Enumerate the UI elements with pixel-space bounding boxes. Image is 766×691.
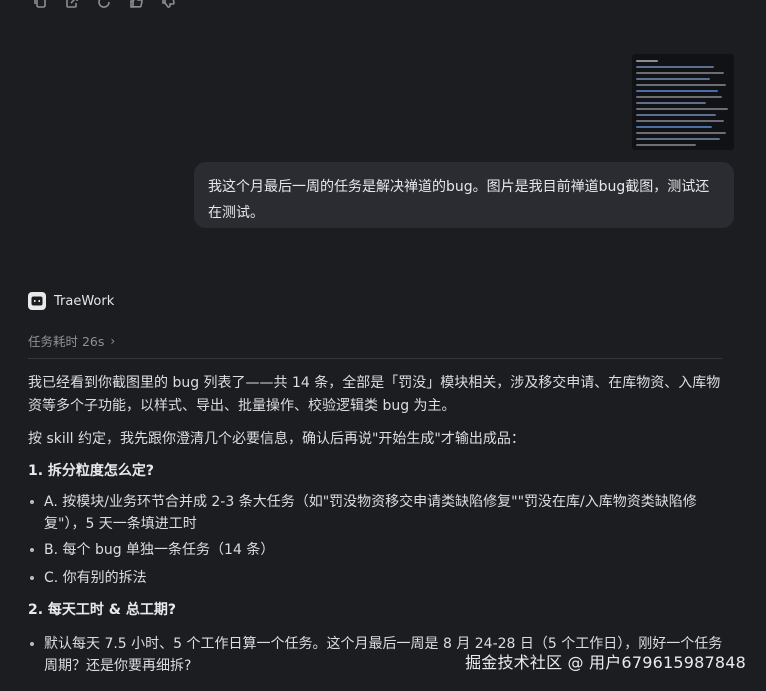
chat-page: 我这个月最后一周的任务是解决禅道的bug。图片是我目前禅道bug截图，测试还在测… bbox=[0, 0, 766, 691]
intro-paragraph: 我已经看到你截图里的 bug 列表了——共 14 条，全部是「罚没」模块相关，涉… bbox=[28, 375, 721, 414]
message-action-bar bbox=[32, 0, 176, 10]
watermark: 掘金技术社区 @ 用户679615987848 bbox=[465, 653, 746, 672]
share-icon[interactable] bbox=[64, 0, 80, 10]
question-1-heading: 1. 拆分粒度怎么定? bbox=[28, 463, 155, 479]
task-duration-toggle[interactable]: 任务耗时 26s › bbox=[28, 331, 115, 350]
list-item: C. 你有别的拆法 bbox=[28, 567, 718, 589]
divider bbox=[28, 358, 722, 359]
regenerate-icon[interactable] bbox=[96, 0, 112, 10]
copy-icon[interactable] bbox=[32, 0, 48, 10]
list-item: B. 每个 bug 单独一条任务（14 条） bbox=[28, 539, 718, 561]
list-item: A. 按模块/业务环节合并成 2-3 条大任务（如"罚没物资移交申请类缺陷修复"… bbox=[28, 491, 718, 535]
attached-screenshot-thumbnail[interactable] bbox=[632, 54, 734, 150]
user-message-text: 我这个月最后一周的任务是解决禅道的bug。图片是我目前禅道bug截图，测试还在测… bbox=[208, 179, 710, 221]
user-message-bubble: 我这个月最后一周的任务是解决禅道的bug。图片是我目前禅道bug截图，测试还在测… bbox=[194, 162, 734, 228]
question-2-heading: 2. 每天工时 & 总工期? bbox=[28, 602, 177, 618]
skill-note-paragraph: 按 skill 约定，我先跟你澄清几个必要信息，确认后再说"开始生成"才输出成品… bbox=[28, 431, 525, 447]
traework-logo-icon bbox=[28, 292, 46, 310]
assistant-name: TraeWork bbox=[54, 293, 115, 309]
assistant-header: TraeWork bbox=[28, 292, 114, 310]
thumbs-down-icon[interactable] bbox=[160, 0, 176, 10]
thumbs-up-icon[interactable] bbox=[128, 0, 144, 10]
chevron-right-icon: › bbox=[110, 333, 116, 348]
task-duration-label: 任务耗时 26s bbox=[28, 334, 105, 349]
